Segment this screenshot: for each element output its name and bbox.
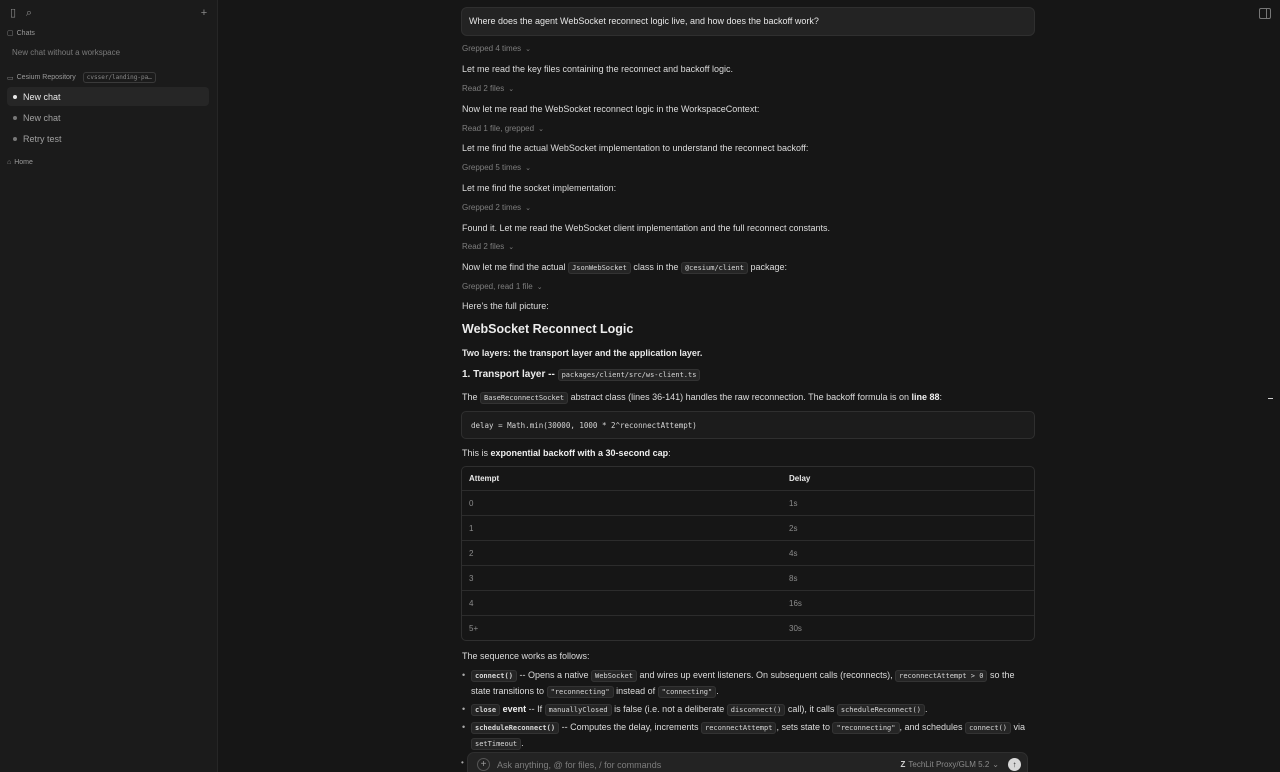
assistant-text: Now let me read the WebSocket reconnect … [462, 104, 760, 114]
chevron-down-icon: ⌄ [508, 86, 515, 93]
assistant-text: Let me read the key files containing the… [462, 64, 734, 74]
scroll-indicator[interactable] [1268, 398, 1273, 399]
tool-call-summary[interactable]: Grepped, read 1 file ⌄ [462, 282, 543, 291]
assistant-text: Found it. Let me read the WebSocket clie… [462, 223, 831, 233]
table-header-row: Attempt Delay [462, 467, 1034, 491]
right-panel-toggle-icon[interactable] [1259, 8, 1271, 19]
chat-dot-icon [13, 136, 17, 141]
model-logo-icon: Z [900, 760, 906, 769]
home-link[interactable]: ⌂ Home [7, 159, 33, 166]
chevron-down-icon: ⌄ [525, 205, 532, 212]
list-item: close event -- If manuallyClosed is fals… [462, 702, 1036, 718]
chevron-down-icon: ⌄ [525, 46, 532, 53]
chevron-down-icon: ⌄ [508, 244, 515, 251]
inline-code: packages/client/src/ws-client.ts [557, 369, 701, 381]
chat-bubble-icon: ▢ [7, 30, 14, 37]
table-row: 4 16s [462, 591, 1034, 616]
sidebar-toggle-icon[interactable]: ▯ [7, 7, 19, 19]
assistant-text: This is exponential backoff with a 30-se… [462, 448, 671, 458]
user-message: Where does the agent WebSocket reconnect… [461, 7, 1035, 36]
folder-icon: ▭ [7, 74, 14, 82]
composer-input[interactable]: Ask anything, @ for files, / for command… [497, 760, 661, 770]
workspace-name: Cesium Repository [16, 74, 76, 81]
answer-subheading: Two layers: the transport layer and the … [462, 348, 703, 358]
tool-call-summary[interactable]: Grepped 4 times ⌄ [462, 44, 531, 53]
list-item: scheduleReconnect() -- Computes the dela… [462, 720, 1036, 752]
code-block: delay = Math.min(30000, 1000 * 2^reconne… [461, 411, 1035, 439]
assistant-text: Let me find the actual WebSocket impleme… [462, 143, 809, 153]
table-row: 3 8s [462, 566, 1034, 591]
workspace-branch-chip: cvsser/landing-pa… [82, 72, 156, 83]
assistant-text: The sequence works as follows: [462, 651, 590, 661]
sidebar-toolbar: ▯ ⌕ + [0, 0, 217, 26]
sidebar-chat-item[interactable]: New chat [7, 108, 209, 127]
table-row: 2 4s [462, 541, 1034, 566]
table-row: 5+ 30s [469, 624, 802, 633]
chat-composer[interactable]: + Ask anything, @ for files, / for comma… [467, 752, 1028, 772]
chevron-down-icon: ⌄ [992, 760, 999, 769]
sidebar-chat-item[interactable]: New chat [7, 87, 209, 106]
home-icon: ⌂ [7, 159, 12, 166]
chat-dot-icon [13, 115, 17, 120]
tool-call-summary[interactable]: Grepped 5 times ⌄ [462, 163, 531, 172]
chat-dot-icon [13, 94, 17, 99]
inline-code: @cesium/client [680, 262, 748, 274]
backoff-table: Attempt Delay 0 1s 1 2s 2 4s 3 8s 4 16s 5+ 30s [461, 466, 1035, 641]
main-area: Where does the agent WebSocket reconnect… [219, 0, 1280, 772]
tool-call-summary[interactable]: Read 2 files ⌄ [462, 242, 514, 251]
chevron-down-icon: ⌄ [538, 126, 544, 133]
list-item: connect() -- Opens a native WebSocket an… [462, 668, 1036, 700]
transport-layer-heading: 1. Transport layer -- packages/client/sr… [462, 369, 701, 381]
tool-call-summary[interactable]: Grepped 2 times ⌄ [462, 203, 531, 212]
list-bullet-partial: • [461, 758, 464, 767]
inline-code: BaseReconnectSocket [480, 392, 569, 404]
workspace-header[interactable]: ▭ Cesium Repository cvsser/landing-pa… [7, 72, 156, 83]
answer-heading: WebSocket Reconnect Logic [462, 322, 634, 336]
chevron-down-icon: ⌄ [525, 165, 532, 172]
send-icon[interactable]: ↑ [1008, 758, 1021, 771]
chevron-down-icon: ⌄ [536, 284, 543, 291]
new-chat-plus-icon[interactable]: + [198, 7, 210, 19]
assistant-text: Now let me find the actual JsonWebSocket… [462, 262, 787, 274]
search-icon[interactable]: ⌕ [23, 7, 35, 19]
model-selector[interactable]: Z TechLit Proxy/GLM 5.2 ⌄ [900, 760, 999, 769]
tool-call-summary[interactable]: Read 2 files ⌄ [462, 84, 514, 93]
table-row: 1 2s [462, 516, 1034, 541]
chats-section-header: ▢ Chats [7, 29, 35, 38]
sidebar: ▯ ⌕ + ▢ Chats New chat without a workspa… [0, 0, 218, 772]
assistant-text: Let me find the socket implementation: [462, 183, 617, 193]
assistant-text: Here's the full picture: [462, 301, 549, 311]
attach-plus-icon[interactable]: + [477, 758, 490, 771]
assistant-text: The BaseReconnectSocket abstract class (… [462, 392, 943, 404]
tool-call-summary[interactable]: Read 1 file, grepped ⌄ [462, 124, 544, 133]
sidebar-chat-item[interactable]: Retry test [7, 129, 209, 148]
new-chat-without-workspace[interactable]: New chat without a workspace [12, 48, 120, 57]
table-row: 0 1s [462, 491, 1034, 516]
inline-code: JsonWebSocket [568, 262, 631, 274]
